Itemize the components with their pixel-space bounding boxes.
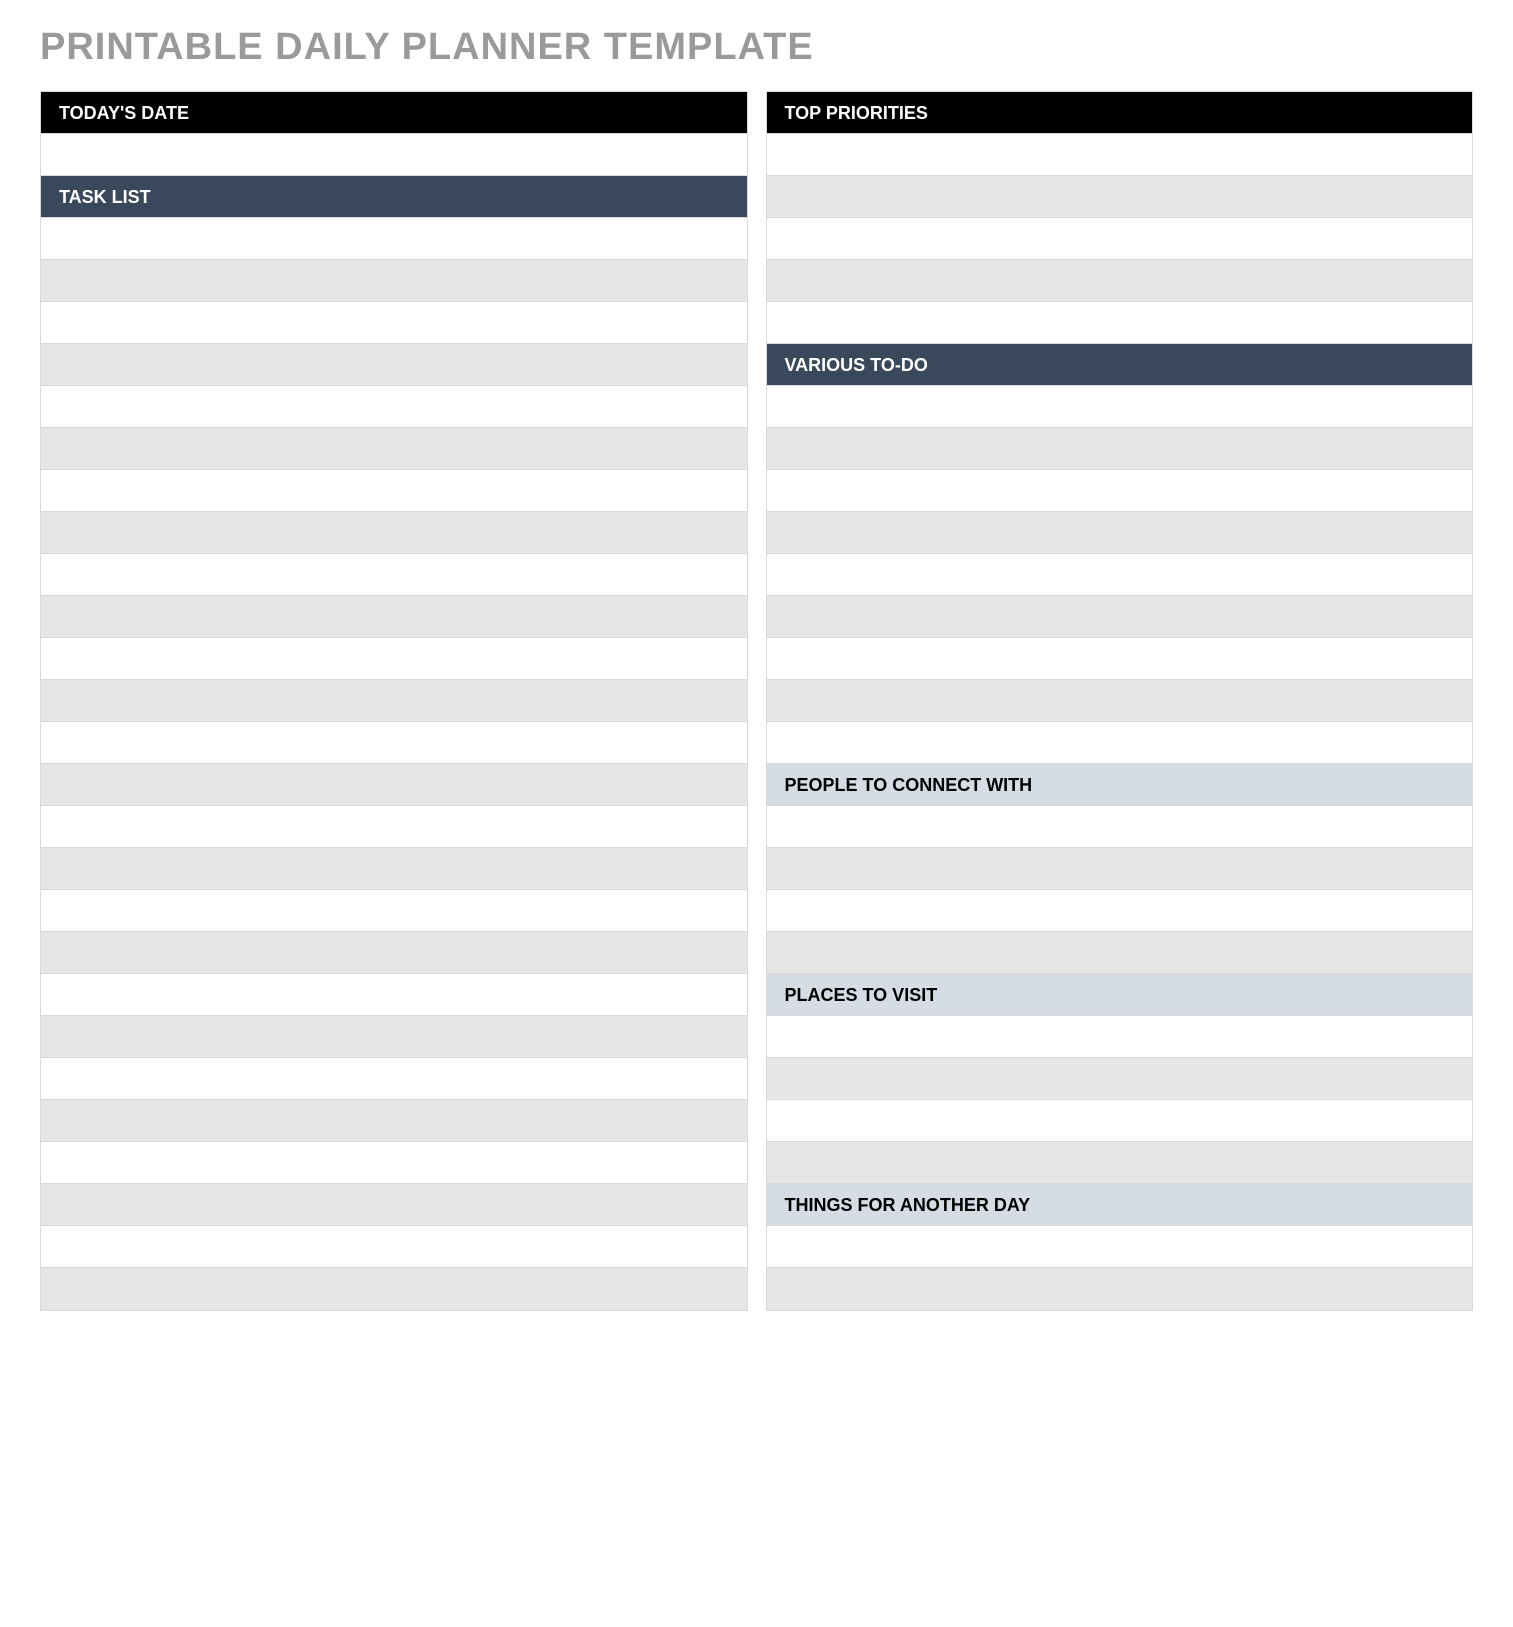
planner-row[interactable] — [767, 722, 1473, 764]
planner-row[interactable] — [767, 176, 1473, 218]
section-header: PLACES TO VISIT — [767, 974, 1473, 1016]
planner-row[interactable] — [41, 512, 747, 554]
planner-row[interactable] — [767, 470, 1473, 512]
planner-row[interactable] — [41, 1268, 747, 1310]
planner-row[interactable] — [767, 1142, 1473, 1184]
planner-row[interactable] — [41, 554, 747, 596]
planner-row[interactable] — [41, 638, 747, 680]
planner-row[interactable] — [767, 1058, 1473, 1100]
planner-row[interactable] — [41, 806, 747, 848]
planner-row[interactable] — [41, 680, 747, 722]
planner-row[interactable] — [41, 218, 747, 260]
planner-row[interactable] — [767, 638, 1473, 680]
planner-row[interactable] — [767, 260, 1473, 302]
planner-row[interactable] — [767, 848, 1473, 890]
planner-row[interactable] — [41, 428, 747, 470]
planner-row[interactable] — [767, 218, 1473, 260]
planner-row[interactable] — [41, 974, 747, 1016]
planner-row[interactable] — [41, 1058, 747, 1100]
planner-row[interactable] — [767, 428, 1473, 470]
planner-row[interactable] — [767, 806, 1473, 848]
planner-row[interactable] — [41, 1016, 747, 1058]
planner-row[interactable] — [767, 1268, 1473, 1310]
planner-row[interactable] — [41, 764, 747, 806]
planner-row[interactable] — [767, 680, 1473, 722]
planner-row[interactable] — [41, 302, 747, 344]
planner-row[interactable] — [41, 470, 747, 512]
left-column: TODAY'S DATE TASK LIST — [40, 91, 748, 1311]
planner-row[interactable] — [41, 596, 747, 638]
planner-row[interactable] — [767, 932, 1473, 974]
planner-row[interactable] — [41, 134, 747, 176]
planner-row[interactable] — [41, 386, 747, 428]
section-header: TOP PRIORITIES — [767, 92, 1473, 134]
section-header: VARIOUS TO-DO — [767, 344, 1473, 386]
planner-row[interactable] — [767, 1100, 1473, 1142]
planner-row[interactable] — [41, 1184, 747, 1226]
planner-row[interactable] — [767, 554, 1473, 596]
planner-columns: TODAY'S DATE TASK LIST TOP PRIORITIES VARI… — [40, 91, 1473, 1311]
planner-page: PRINTABLE DAILY PLANNER TEMPLATE TODAY'S… — [0, 0, 1513, 1351]
planner-row[interactable] — [767, 596, 1473, 638]
section-header: TASK LIST — [41, 176, 747, 218]
planner-row[interactable] — [41, 260, 747, 302]
planner-row[interactable] — [41, 932, 747, 974]
planner-row[interactable] — [767, 1226, 1473, 1268]
planner-row[interactable] — [767, 134, 1473, 176]
planner-row[interactable] — [41, 1142, 747, 1184]
right-column: TOP PRIORITIES VARIOUS TO-DO PEOPLE TO CON… — [766, 91, 1474, 1311]
planner-row[interactable] — [41, 344, 747, 386]
planner-row[interactable] — [41, 848, 747, 890]
planner-row[interactable] — [767, 302, 1473, 344]
planner-row[interactable] — [767, 1016, 1473, 1058]
section-header: TODAY'S DATE — [41, 92, 747, 134]
planner-row[interactable] — [41, 722, 747, 764]
section-header: THINGS FOR ANOTHER DAY — [767, 1184, 1473, 1226]
planner-row[interactable] — [767, 512, 1473, 554]
planner-row[interactable] — [41, 890, 747, 932]
planner-row[interactable] — [41, 1226, 747, 1268]
planner-row[interactable] — [767, 890, 1473, 932]
section-header: PEOPLE TO CONNECT WITH — [767, 764, 1473, 806]
planner-row[interactable] — [41, 1100, 747, 1142]
page-title: PRINTABLE DAILY PLANNER TEMPLATE — [40, 26, 1473, 69]
planner-row[interactable] — [767, 386, 1473, 428]
